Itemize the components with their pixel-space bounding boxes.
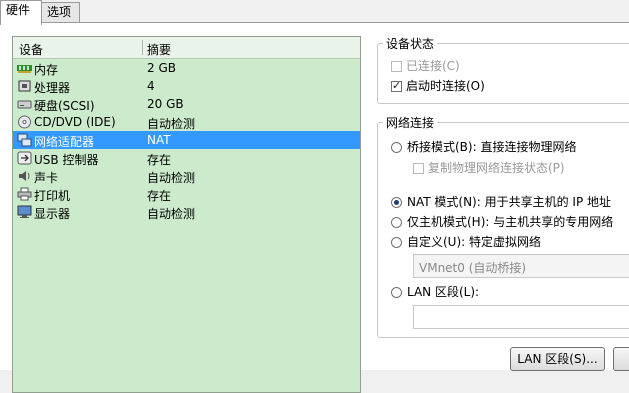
device-name: 打印机 — [34, 189, 71, 203]
device-name: 声卡 — [34, 171, 59, 185]
cpu-icon — [17, 79, 32, 93]
device-name: 处理器 — [34, 81, 71, 95]
nat-label: NAT 模式(N): 用于共享主机的 IP 地址 — [407, 195, 612, 209]
network-connection-group: 网络连接 桥接模式(B): 直接连接物理网络 复制物理网络连接状态(P) NAT… — [377, 114, 629, 338]
device-name: 内存 — [34, 63, 59, 77]
lan-segment-radio-button[interactable] — [391, 287, 402, 298]
tab-hardware-label: 硬件 — [6, 3, 31, 17]
sound-icon — [17, 169, 32, 183]
device-row-display[interactable]: 显示器 自动检测 — [13, 203, 360, 221]
device-status-title: 设备状态 — [383, 35, 438, 52]
advanced-button[interactable] — [613, 347, 629, 371]
host-only-radio-button[interactable] — [391, 217, 402, 228]
device-row-processor[interactable]: 处理器 4 — [13, 77, 360, 95]
custom-radio[interactable]: 自定义(U): 特定虚拟网络 — [391, 233, 541, 250]
tab-options-label: 选项 — [47, 5, 72, 19]
connect-at-power-on-checkbox[interactable]: 启动时连接(O) — [391, 77, 485, 94]
device-summary: 存在 — [147, 189, 172, 203]
harddisk-icon — [17, 97, 32, 111]
host-only-radio[interactable]: 仅主机模式(H): 与主机共享的专用网络 — [391, 213, 613, 230]
network-connection-title: 网络连接 — [383, 114, 438, 131]
column-header-device[interactable]: 设备 — [19, 41, 43, 58]
device-name: 网络适配器 — [34, 135, 95, 149]
replicate-state-checkbox-box[interactable] — [413, 163, 424, 174]
tab-hardware[interactable]: 硬件 — [0, 0, 42, 25]
host-only-label: 仅主机模式(H): 与主机共享的专用网络 — [407, 215, 614, 229]
lan-segment-select[interactable] — [413, 305, 629, 329]
device-row-network-adapter[interactable]: 网络适配器 NAT — [13, 131, 360, 149]
usb-icon — [17, 151, 32, 165]
lan-segment-label: LAN 区段(L): — [407, 285, 480, 299]
device-summary: 自动检测 — [147, 171, 196, 185]
lan-segments-button[interactable]: LAN 区段(S)... — [510, 347, 605, 371]
memory-icon — [17, 61, 32, 75]
connected-checkbox[interactable]: 已连接(C) — [391, 57, 460, 74]
connect-at-power-on-checkbox-box[interactable] — [391, 79, 402, 92]
bridged-radio-button[interactable] — [391, 142, 402, 153]
display-icon — [17, 205, 32, 219]
lan-segments-button-label: LAN 区段(S)... — [517, 352, 598, 366]
device-name: 显示器 — [34, 207, 71, 221]
device-summary: 自动检测 — [147, 117, 196, 131]
device-summary: NAT — [147, 133, 171, 147]
connect-at-power-on-label: 启动时连接(O) — [406, 79, 485, 93]
lan-segment-radio[interactable]: LAN 区段(L): — [391, 283, 479, 300]
replicate-state-checkbox[interactable]: 复制物理网络连接状态(P) — [413, 159, 565, 176]
device-name: 硬盘(SCSI) — [34, 99, 95, 113]
column-separator[interactable] — [142, 40, 143, 55]
device-name: USB 控制器 — [34, 153, 99, 167]
column-header-summary[interactable]: 摘要 — [147, 41, 171, 58]
device-row-usb[interactable]: USB 控制器 存在 — [13, 149, 360, 167]
bridged-label: 桥接模式(B): 直接连接物理网络 — [407, 140, 577, 154]
custom-radio-button[interactable] — [391, 237, 402, 248]
printer-icon — [17, 187, 32, 201]
tab-strip: 硬件 选项 — [0, 0, 629, 25]
device-status-group: 设备状态 已连接(C) 启动时连接(O) — [377, 35, 629, 104]
connected-checkbox-box[interactable] — [391, 61, 402, 72]
hardware-panel: 设备 摘要 内存 2 GB 处理器 4 硬盘(SCSI) 20 GB CD/DV… — [0, 22, 629, 393]
bridged-radio[interactable]: 桥接模式(B): 直接连接物理网络 — [391, 138, 576, 155]
device-list: 设备 摘要 内存 2 GB 处理器 4 硬盘(SCSI) 20 GB CD/DV… — [12, 36, 361, 393]
device-row-sound[interactable]: 声卡 自动检测 — [13, 167, 360, 185]
cdrom-icon — [17, 115, 32, 129]
connected-label: 已连接(C) — [406, 59, 460, 73]
device-row-cdrom[interactable]: CD/DVD (IDE) 自动检测 — [13, 113, 360, 131]
device-summary: 存在 — [147, 153, 172, 167]
device-name: CD/DVD (IDE) — [34, 115, 116, 129]
network-icon — [17, 133, 32, 147]
device-row-memory[interactable]: 内存 2 GB — [13, 59, 360, 77]
custom-label: 自定义(U): 特定虚拟网络 — [407, 235, 542, 249]
device-summary: 20 GB — [147, 97, 184, 111]
device-summary: 4 — [147, 79, 155, 93]
device-row-printer[interactable]: 打印机 存在 — [13, 185, 360, 203]
tab-options[interactable]: 选项 — [41, 2, 80, 22]
replicate-state-label: 复制物理网络连接状态(P) — [428, 161, 565, 175]
custom-network-select[interactable]: VMnet0 (自动桥接) — [413, 254, 629, 278]
nat-radio-button[interactable] — [391, 197, 402, 208]
device-summary: 自动检测 — [147, 207, 196, 221]
device-row-harddisk[interactable]: 硬盘(SCSI) 20 GB — [13, 95, 360, 113]
custom-network-value: VMnet0 (自动桥接) — [419, 261, 527, 275]
device-summary: 2 GB — [147, 61, 176, 75]
nat-radio[interactable]: NAT 模式(N): 用于共享主机的 IP 地址 — [391, 193, 611, 210]
device-list-header: 设备 摘要 — [13, 37, 360, 59]
